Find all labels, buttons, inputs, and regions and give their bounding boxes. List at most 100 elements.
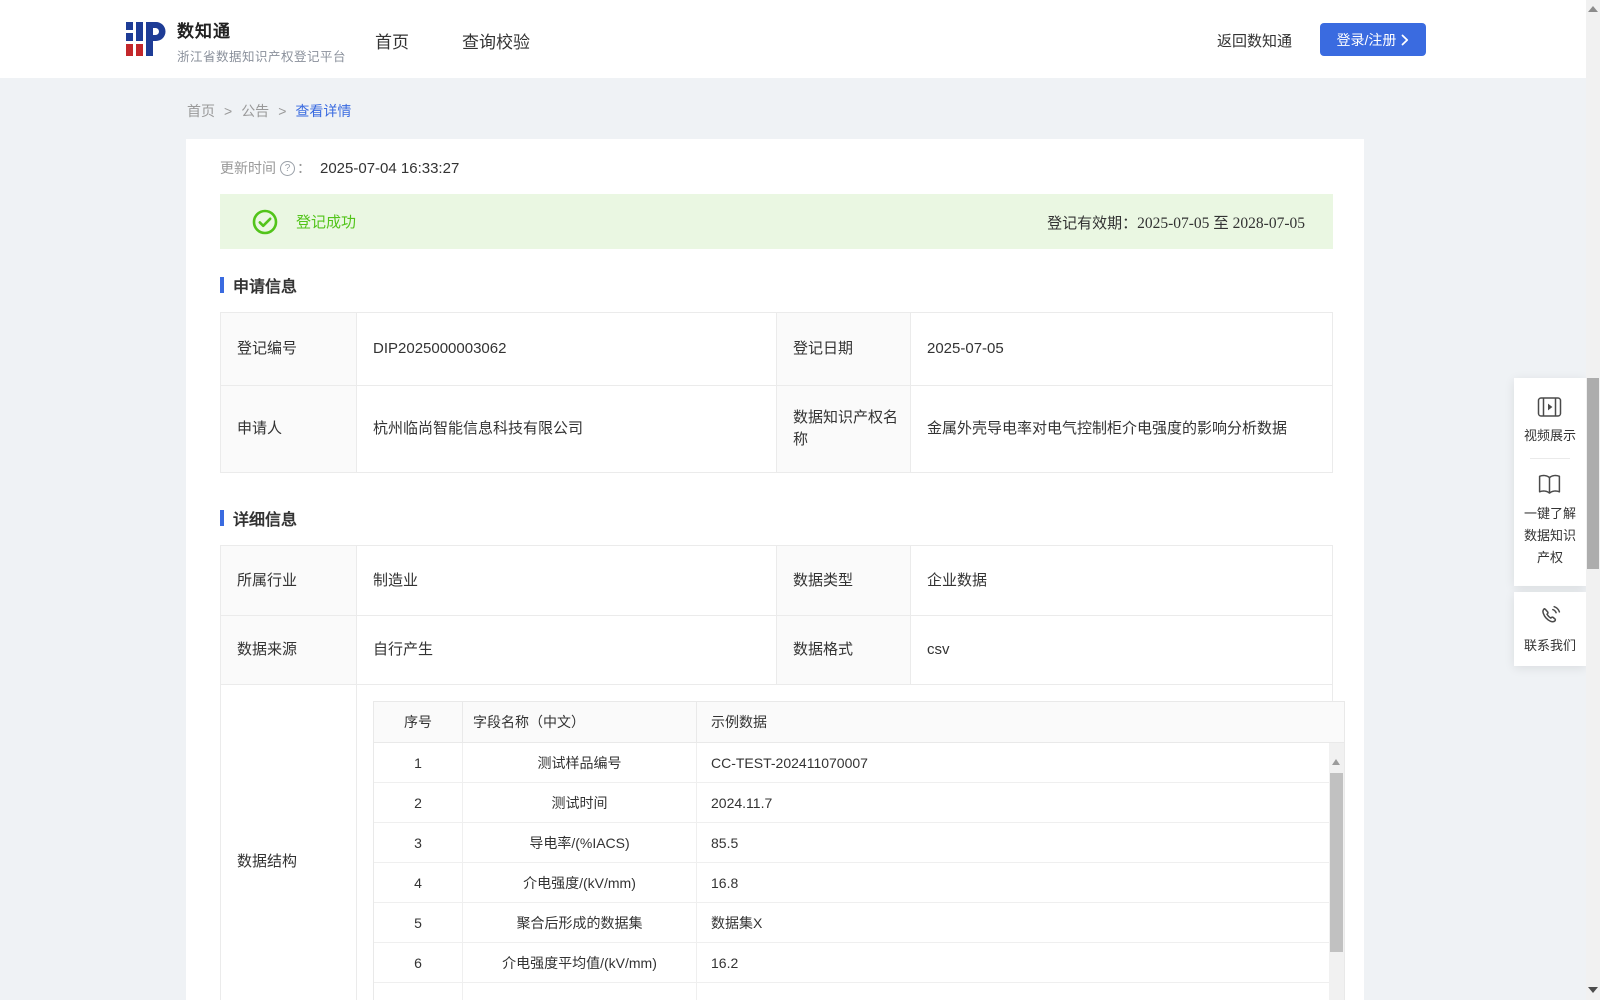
registration-status-text: 登记成功 xyxy=(296,214,357,231)
breadcrumb-item-current: 查看详情 xyxy=(295,103,352,119)
table-row: 5 聚合后形成的数据集 数据集X xyxy=(374,903,1329,943)
section-bar-icon xyxy=(220,509,224,526)
floating-tools-panel: 视频展示 一键了解 数据知识 产权 xyxy=(1514,378,1586,586)
video-icon xyxy=(1537,396,1562,418)
col-header-sample-data: 示例数据 xyxy=(696,702,1344,742)
row-index: 5 xyxy=(414,914,422,931)
brand-subtitle: 浙江省数据知识产权登记平台 xyxy=(177,49,347,64)
sample-data: 2024.11.7 xyxy=(696,783,1329,822)
help-icon[interactable]: ? xyxy=(280,160,295,176)
table-row: 申请人 杭州临尚智能信息科技有限公司 数据知识产权名称 金属外壳导电率对电气控制… xyxy=(221,385,1332,472)
video-showcase-label: 视频展示 xyxy=(1523,428,1576,443)
validity-label: 登记有效期： xyxy=(1047,214,1138,232)
login-register-label: 登录/注册 xyxy=(1336,31,1397,48)
structure-table-header: 序号 字段名称（中文） 示例数据 xyxy=(374,702,1344,743)
data-ip-name-label: 数据知识产权名称 xyxy=(776,386,910,472)
back-to-portal-link[interactable]: 返回数知通 xyxy=(1217,30,1292,51)
data-ip-name-value: 金属外壳导电率对电气控制柜介电强度的影响分析数据 xyxy=(910,386,1332,472)
data-source-label: 数据来源 xyxy=(221,616,356,684)
update-time-label: 更新时间 xyxy=(220,160,276,176)
structure-scrollbar-thumb[interactable] xyxy=(1330,773,1343,952)
table-row: 3 导电率/(%IACS) 85.5 xyxy=(374,823,1329,863)
validity-value: 2025-07-05 至 2028-07-05 xyxy=(1137,214,1305,232)
section-title-detail: 详细信息 xyxy=(220,509,1333,529)
breadcrumb-separator: > xyxy=(224,103,233,119)
chevron-right-icon xyxy=(1401,34,1409,46)
field-name: 导电率/(%IACS) xyxy=(462,823,696,862)
sample-data: 85.5 xyxy=(696,823,1329,862)
sample-data: 数据集X xyxy=(696,903,1329,942)
structure-table-body: 1 测试样品编号 CC-TEST-202411070007 2 测试时间 202… xyxy=(374,743,1329,1000)
table-row: 1 测试样品编号 CC-TEST-202411070007 xyxy=(374,743,1329,783)
data-source-value: 自行产生 xyxy=(356,616,776,684)
field-name: 测试样品编号 xyxy=(462,743,696,782)
brand-logo-icon xyxy=(126,15,166,66)
logo[interactable]: 数知通 浙江省数据知识产权登记平台 xyxy=(126,15,346,66)
section-detail-label: 详细信息 xyxy=(233,511,298,529)
video-showcase-button[interactable]: 视频展示 xyxy=(1524,396,1576,444)
applicant-label: 申请人 xyxy=(221,386,356,472)
row-index: 2 xyxy=(414,794,422,811)
brand-title: 数知通 xyxy=(177,21,231,41)
sample-data: 16.8 xyxy=(696,863,1329,902)
data-format-label: 数据格式 xyxy=(776,616,910,684)
table-row: 数据来源 自行产生 数据格式 csv xyxy=(221,615,1332,684)
top-header: 数知通 浙江省数据知识产权登记平台 首页 查询校验 返回数知通 登录/注册 xyxy=(0,0,1600,78)
table-row xyxy=(374,983,1329,1000)
col-header-index: 序号 xyxy=(404,714,432,730)
data-structure-table: 序号 字段名称（中文） 示例数据 1 测试样品编号 CC-TEST-202411… xyxy=(373,701,1345,1000)
breadcrumb-separator: > xyxy=(278,103,287,119)
industry-value: 制造业 xyxy=(356,546,776,615)
divider xyxy=(1530,458,1570,459)
success-check-icon xyxy=(252,209,278,235)
table-row: 登记编号 DIP2025000003062 登记日期 2025-07-05 xyxy=(221,313,1332,385)
detail-info-table: 所属行业 制造业 数据类型 企业数据 数据来源 自行产生 数据格式 csv 数据… xyxy=(220,545,1345,1000)
learn-data-ip-label: 一键了解 数据知识 产权 xyxy=(1523,506,1576,565)
sample-data: 16.2 xyxy=(696,943,1329,982)
table-row: 6 介电强度平均值/(kV/mm) 16.2 xyxy=(374,943,1329,983)
login-register-button[interactable]: 登录/注册 xyxy=(1320,23,1426,56)
data-structure-row: 数据结构 序号 字段名称（中文） 示例数据 1 测试样品编号 CC-TEST-2… xyxy=(221,684,1345,1000)
main-card: 更新时间 ? ： 2025-07-04 16:33:27 登记成功 登记有效期：… xyxy=(186,139,1364,1000)
data-type-value: 企业数据 xyxy=(910,546,1332,615)
scroll-down-icon[interactable] xyxy=(1588,987,1598,993)
applicant-value: 杭州临尚智能信息科技有限公司 xyxy=(356,386,776,472)
section-apply-label: 申请信息 xyxy=(233,278,298,296)
data-type-label: 数据类型 xyxy=(776,546,910,615)
reg-number-label: 登记编号 xyxy=(221,313,356,385)
breadcrumb: 首页 > 公告 > 查看详情 xyxy=(187,101,351,121)
sample-data: CC-TEST-202411070007 xyxy=(696,743,1329,782)
row-index: 1 xyxy=(414,754,422,771)
section-bar-icon xyxy=(220,276,224,293)
structure-table-scrollbar[interactable] xyxy=(1329,743,1344,1000)
update-time-line: 更新时间 ? ： 2025-07-04 16:33:27 xyxy=(220,158,1333,178)
table-row: 4 介电强度/(kV/mm) 16.8 xyxy=(374,863,1329,903)
page-scrollbar[interactable] xyxy=(1586,0,1600,1000)
contact-us-label: 联系我们 xyxy=(1523,638,1576,653)
table-row: 所属行业 制造业 数据类型 企业数据 xyxy=(221,546,1332,615)
learn-data-ip-button[interactable]: 一键了解 数据知识 产权 xyxy=(1524,472,1576,569)
col-header-field-name: 字段名称（中文） xyxy=(462,702,696,742)
page-scrollbar-thumb[interactable] xyxy=(1587,378,1599,569)
book-icon xyxy=(1536,472,1563,497)
field-name: 聚合后形成的数据集 xyxy=(462,903,696,942)
reg-date-label: 登记日期 xyxy=(776,313,910,385)
data-structure-label: 数据结构 xyxy=(221,685,356,1000)
reg-number-value: DIP2025000003062 xyxy=(356,313,776,385)
contact-panel: 联系我们 xyxy=(1514,592,1586,666)
phone-icon xyxy=(1538,604,1562,628)
nav-item-home[interactable]: 首页 xyxy=(375,28,409,53)
update-time-colon: ： xyxy=(297,160,311,176)
breadcrumb-item-home[interactable]: 首页 xyxy=(187,101,215,121)
contact-us-button[interactable]: 联系我们 xyxy=(1524,604,1576,654)
nav-item-verify[interactable]: 查询校验 xyxy=(462,28,530,53)
field-name: 介电强度/(kV/mm) xyxy=(462,863,696,902)
scroll-up-icon[interactable] xyxy=(1332,759,1340,765)
field-name: 介电强度平均值/(kV/mm) xyxy=(462,943,696,982)
breadcrumb-item-announcements[interactable]: 公告 xyxy=(241,101,269,121)
field-name: 测试时间 xyxy=(462,783,696,822)
reg-date-value: 2025-07-05 xyxy=(910,313,1332,385)
data-format-value: csv xyxy=(910,616,1332,684)
scroll-up-icon[interactable] xyxy=(1588,6,1598,12)
page-background: { "colors": { "accent_blue": "#3A6BE0", … xyxy=(0,0,1600,1000)
